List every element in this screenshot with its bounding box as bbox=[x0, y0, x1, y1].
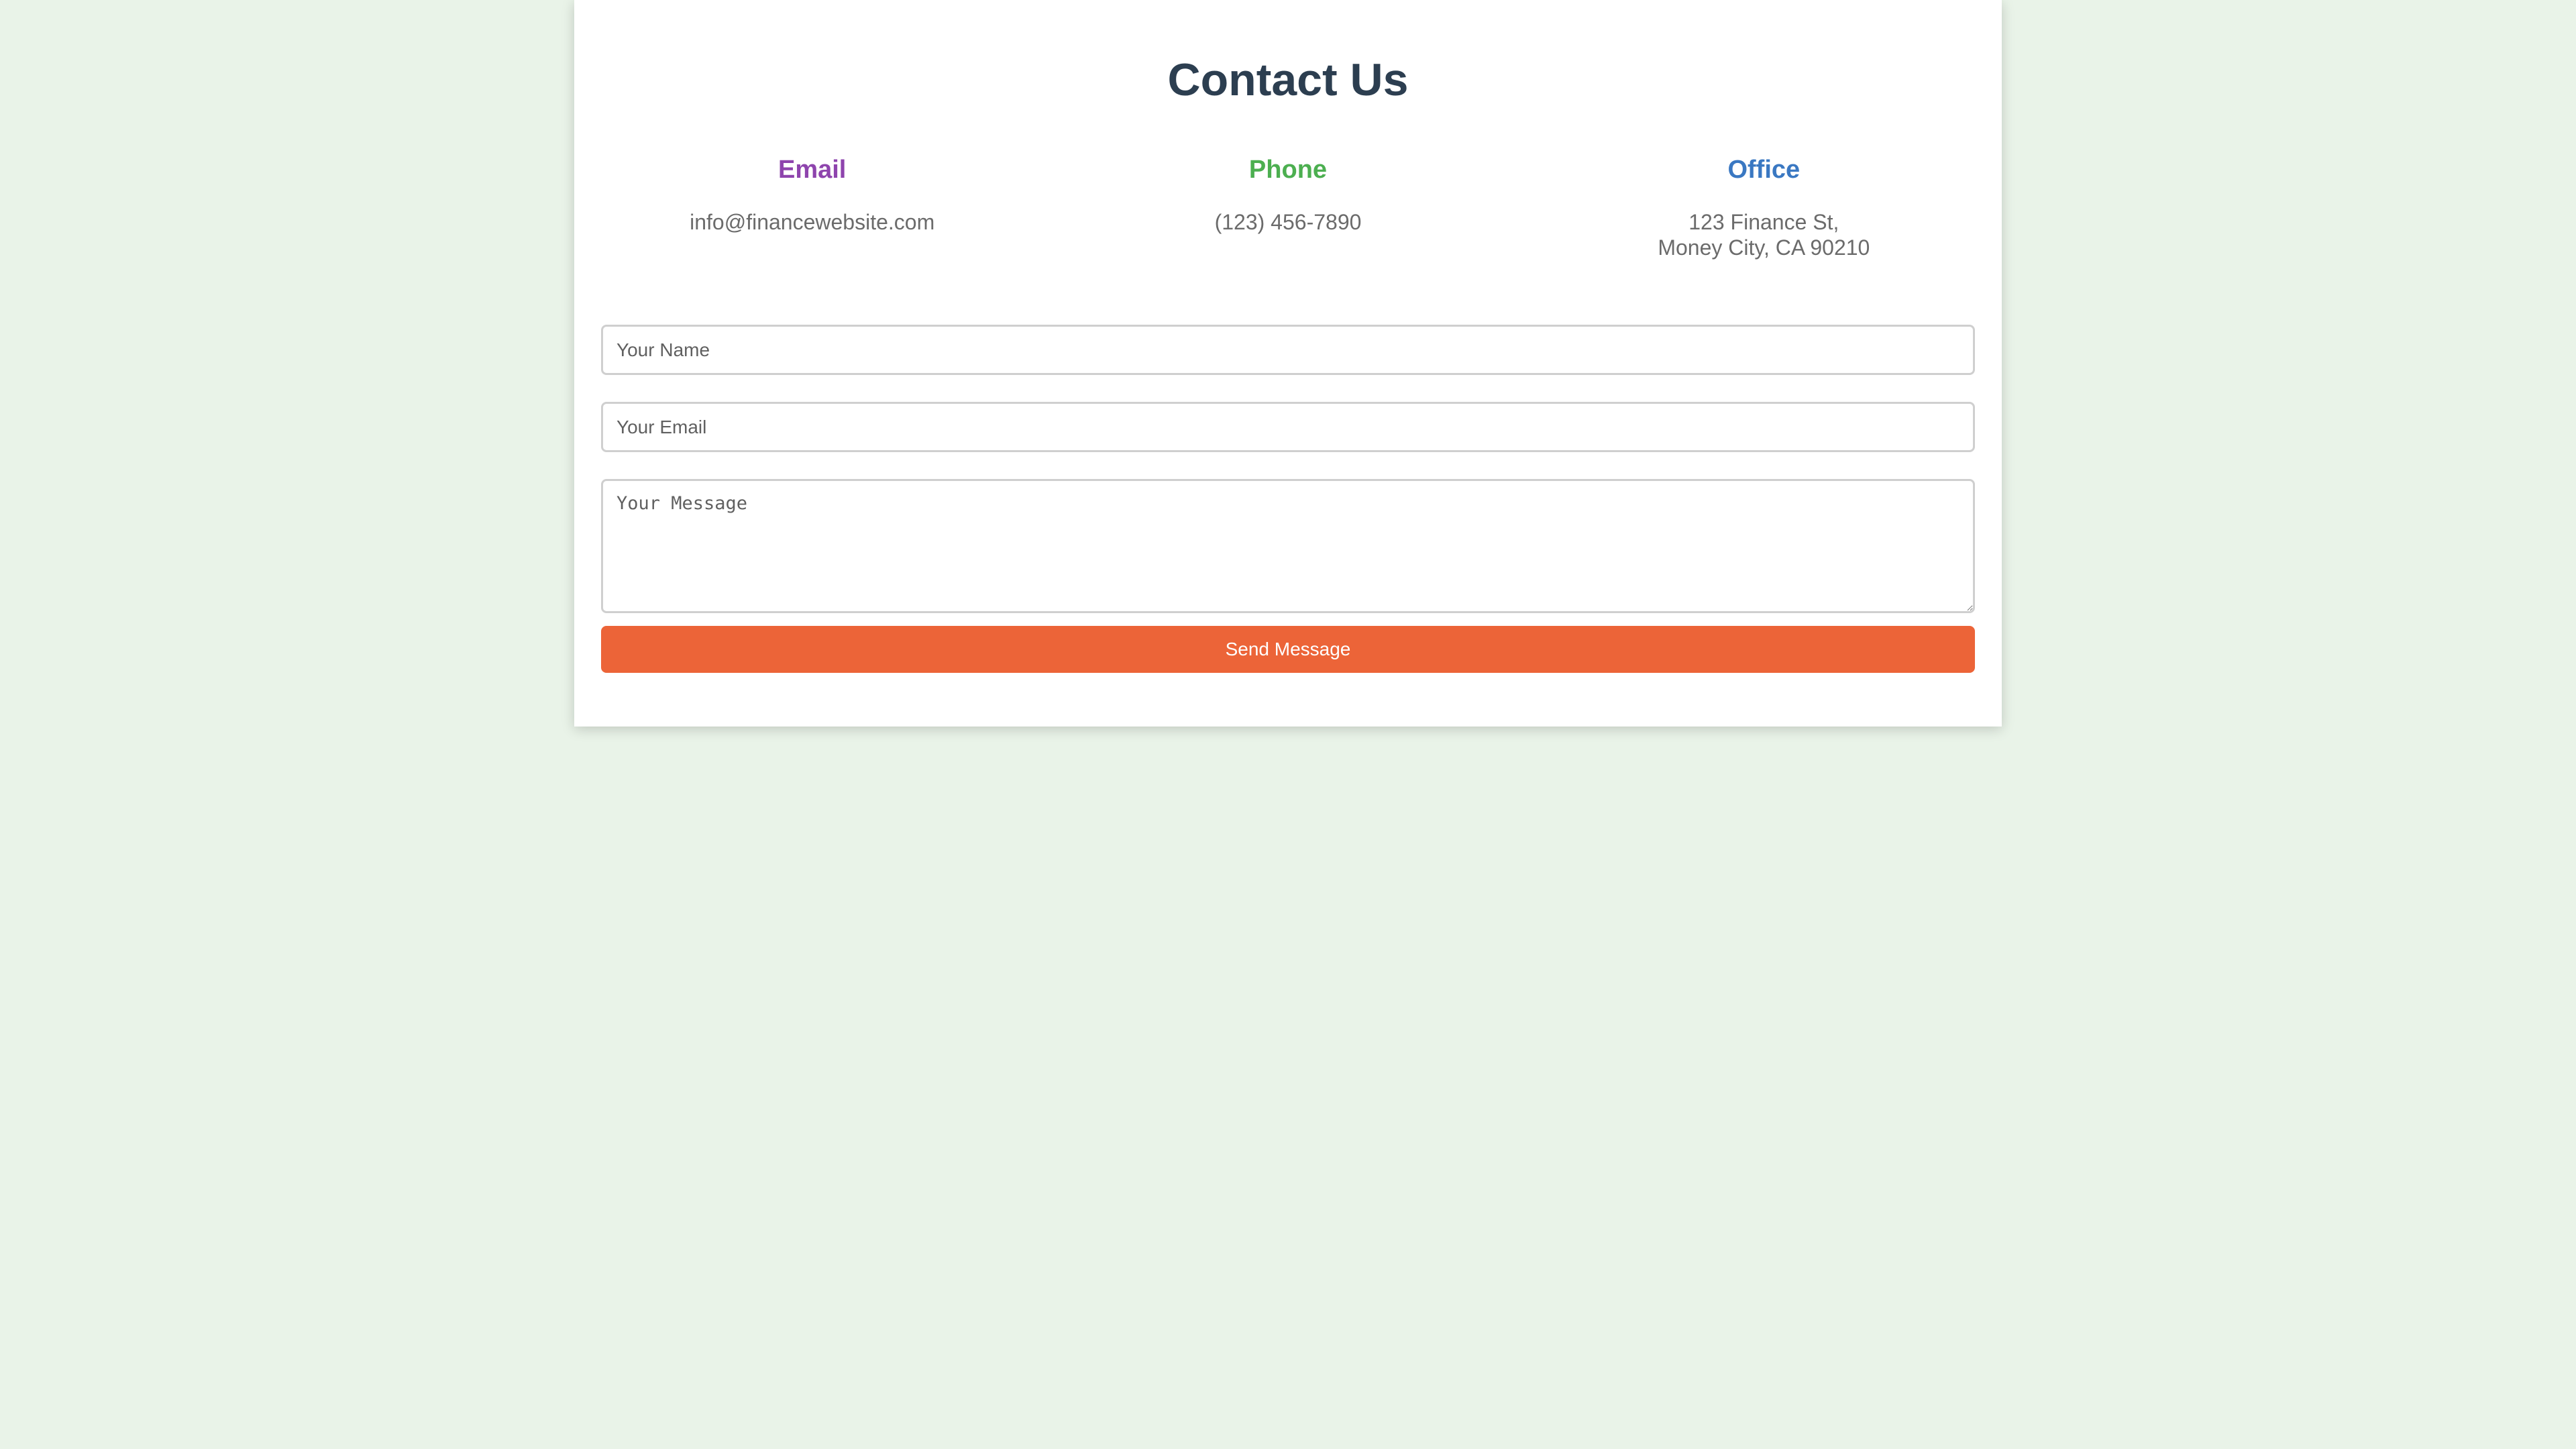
phone-number: (123) 456-7890 bbox=[1214, 210, 1362, 234]
phone-heading: Phone bbox=[1248, 156, 1328, 184]
contact-info-row: Email info@financewebsite.com Phone (123… bbox=[574, 154, 2002, 260]
office-address-line-1: 123 Finance St, bbox=[1688, 210, 1839, 234]
email-address: info@financewebsite.com bbox=[690, 210, 935, 234]
contact-info-office: Office 123 Finance St, Money City, CA 90… bbox=[1526, 154, 2002, 260]
name-input[interactable] bbox=[601, 325, 1975, 375]
contact-card: Contact Us Email info@financewebsite.com… bbox=[574, 0, 2002, 727]
office-heading: Office bbox=[1727, 156, 1801, 184]
email-heading: Email bbox=[777, 156, 847, 184]
contact-info-phone: Phone (123) 456-7890 bbox=[1050, 154, 1525, 260]
message-textarea[interactable] bbox=[601, 479, 1975, 613]
send-message-button[interactable]: Send Message bbox=[601, 626, 1975, 673]
email-input[interactable] bbox=[601, 402, 1975, 452]
contact-info-email: Email info@financewebsite.com bbox=[574, 154, 1050, 260]
page-title: Contact Us bbox=[1167, 54, 1409, 105]
office-address-line-2: Money City, CA 90210 bbox=[1658, 235, 1870, 260]
